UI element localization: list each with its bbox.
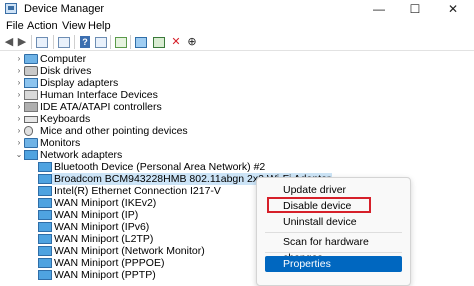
network-adapter-icon [38,174,52,184]
refresh-icon [115,36,127,48]
disk-drive-icon [24,66,38,76]
tree-item-label: Monitors [40,137,81,149]
help-icon: ? [80,36,90,48]
enable-device-icon [153,36,165,48]
menu-separator [265,252,402,253]
network-adapter-icon [38,270,52,280]
expand-chevron-icon[interactable]: › [15,65,23,77]
network-adapter-icon [24,150,38,160]
expand-chevron-icon[interactable]: › [15,137,23,149]
menu-bar: File Action View Help [0,18,474,34]
network-adapter-icon [38,186,52,196]
mouse-icon [24,126,33,136]
toolbar: ◀ ▶ ? ✕ ⊕ [0,33,474,51]
menu-separator [265,232,402,233]
maximize-button[interactable]: ☐ [398,0,432,18]
window-title: Device Manager [24,3,105,15]
tree-item-label: WAN Miniport (L2TP) [54,233,154,245]
menu-file[interactable]: File [6,20,24,32]
expand-chevron-icon[interactable]: › [15,89,23,101]
tree-item-label: Computer [40,53,87,65]
expand-chevron-icon[interactable]: › [15,53,23,65]
properties-icon [58,36,70,48]
tree-item-label: Disk drives [40,65,92,77]
context-menu: Update driver Disable device Uninstall d… [256,177,411,286]
network-adapter-icon [38,222,52,232]
tree-item-label: WAN Miniport (IPv6) [54,221,150,233]
uninstall-device-menu-item[interactable]: Uninstall device [257,214,410,230]
display-adapter-icon [24,78,38,88]
tree-item-label: Intel(R) Ethernet Connection I217-V [54,185,221,197]
close-button[interactable]: ✕ [436,0,470,18]
menu-help[interactable]: Help [88,20,111,32]
tree-item-label: Bluetooth Device (Personal Area Network)… [54,161,266,173]
tree-item-label: WAN Miniport (PPTP) [54,269,156,281]
enable-device-button[interactable] [152,35,166,49]
expand-chevron-icon[interactable]: › [15,113,23,125]
tree-category-network-adapters[interactable]: ⌄ Network adapters [0,149,474,161]
view-toolbar-button[interactable] [94,35,108,49]
expand-chevron-icon[interactable]: › [15,125,23,137]
tree-category[interactable]: › Disk drives [0,65,474,77]
device-manager-icon [5,3,17,14]
computer-icon [24,54,38,64]
menu-action[interactable]: Action [27,20,58,32]
tree-category[interactable]: › Human Interface Devices [0,89,474,101]
forward-button[interactable]: ▶ [15,35,29,49]
title-bar: Device Manager — ☐ ✕ [0,0,474,18]
tree-item-label: WAN Miniport (PPPOE) [54,257,165,269]
disable-device-highlight-box [267,197,371,213]
tree-category[interactable]: › Mice and other pointing devices [0,125,474,137]
tree-category[interactable]: › Keyboards [0,113,474,125]
tree-item-label: Display adapters [40,77,119,89]
tree-item-label: Network adapters [40,149,123,161]
view-icon [95,36,107,48]
tree-category[interactable]: › Monitors [0,137,474,149]
console-tree-icon [36,36,48,48]
tree-item-label: Mice and other pointing devices [40,125,188,137]
expand-chevron-icon[interactable]: › [15,77,23,89]
tree-item-label: WAN Miniport (IKEv2) [54,197,157,209]
refresh-toolbar-button[interactable] [114,35,128,49]
collapse-chevron-icon[interactable]: ⌄ [15,149,23,161]
ide-controller-icon [24,102,38,112]
uninstall-device-button[interactable]: ✕ [169,35,183,49]
toolbar-separator [31,35,32,49]
scan-hardware-icon [135,36,147,48]
tree-category[interactable]: › Display adapters [0,77,474,89]
toolbar-separator [130,35,131,49]
menu-view[interactable]: View [62,20,86,32]
tree-category[interactable]: › IDE ATA/ATAPI controllers [0,101,474,113]
keyboard-icon [24,116,38,123]
properties-menu-item[interactable]: Properties [265,256,402,272]
tree-item-label: Human Interface Devices [40,89,158,101]
tree-item-label: IDE ATA/ATAPI controllers [40,101,162,113]
network-adapter-icon [38,162,52,172]
tree-item-label: WAN Miniport (IP) [54,209,139,221]
monitor-icon [24,138,38,148]
help-toolbar-button[interactable]: ? [78,35,92,49]
show-hide-console-tree-button[interactable] [35,35,49,49]
update-driver-menu-item[interactable]: Update driver [257,182,410,198]
scan-hardware-button[interactable] [134,35,148,49]
network-adapter-icon [38,258,52,268]
minimize-button[interactable]: — [362,0,396,18]
scan-hardware-menu-item[interactable]: Scan for hardware changes [257,234,410,264]
network-adapter-icon [38,210,52,220]
properties-toolbar-button[interactable] [57,35,71,49]
hid-icon [24,90,38,100]
network-adapter-icon [38,246,52,256]
network-adapter-icon [38,234,52,244]
toolbar-separator [110,35,111,49]
toolbar-separator [53,35,54,49]
network-adapter-item[interactable]: Bluetooth Device (Personal Area Network)… [0,161,474,173]
expand-chevron-icon[interactable]: › [15,101,23,113]
back-button[interactable]: ◀ [2,35,16,49]
update-driver-button[interactable]: ⊕ [185,35,199,49]
network-adapter-icon [38,198,52,208]
toolbar-separator [74,35,75,49]
tree-category[interactable]: › Computer [0,53,474,65]
tree-item-label: WAN Miniport (Network Monitor) [54,245,205,257]
tree-item-label: Keyboards [40,113,91,125]
